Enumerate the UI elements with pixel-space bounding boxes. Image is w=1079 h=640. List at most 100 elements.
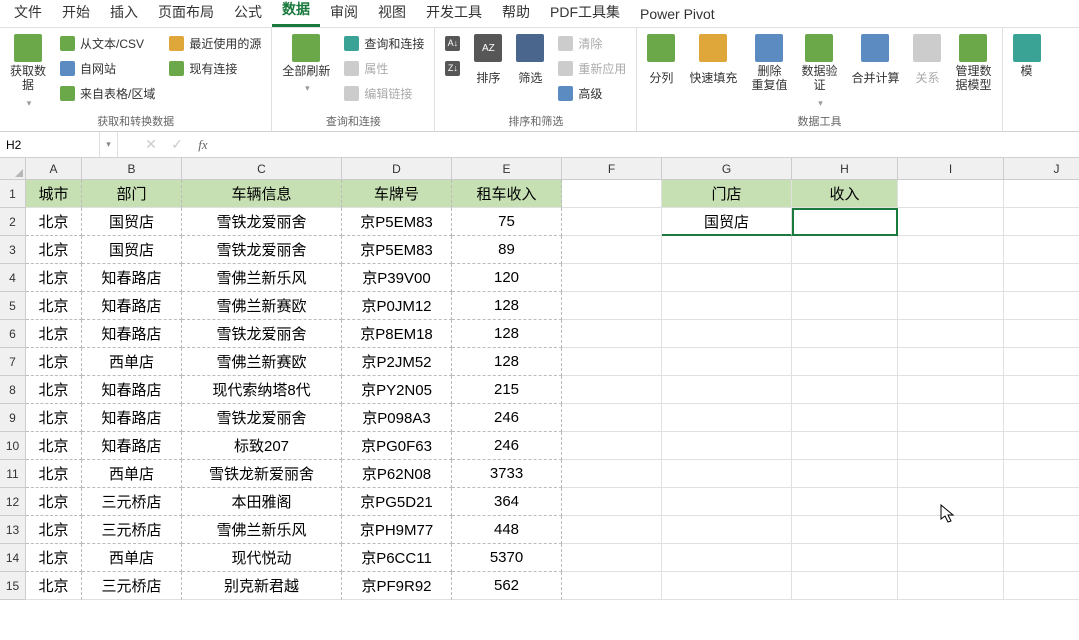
cell[interactable]: 知春路店 bbox=[82, 404, 182, 432]
worksheet-grid[interactable]: 123456789101112131415 ABCDEFGHIJK 城市部门车辆… bbox=[0, 158, 1079, 600]
tab-视图[interactable]: 视图 bbox=[368, 0, 416, 27]
cell[interactable]: 北京 bbox=[26, 516, 82, 544]
cell[interactable] bbox=[792, 516, 898, 544]
tab-数据[interactable]: 数据 bbox=[272, 0, 320, 27]
cell[interactable] bbox=[898, 460, 1004, 488]
cell[interactable]: 京P6CC11 bbox=[342, 544, 452, 572]
remove-duplicates-button[interactable]: 删除 重复值 bbox=[747, 32, 791, 95]
cell[interactable] bbox=[662, 516, 792, 544]
row-header[interactable]: 10 bbox=[0, 432, 26, 460]
row-header[interactable]: 2 bbox=[0, 208, 26, 236]
cell[interactable] bbox=[792, 572, 898, 600]
insert-function-button[interactable]: fx bbox=[190, 137, 216, 153]
cell[interactable]: 北京 bbox=[26, 348, 82, 376]
cell[interactable] bbox=[1004, 376, 1079, 404]
cell[interactable] bbox=[792, 376, 898, 404]
cell[interactable]: 知春路店 bbox=[82, 432, 182, 460]
sort-button[interactable]: AZ 排序 bbox=[470, 32, 506, 95]
cell[interactable]: 三元桥店 bbox=[82, 516, 182, 544]
cell[interactable]: 京P2JM52 bbox=[342, 348, 452, 376]
cell[interactable] bbox=[562, 320, 662, 348]
cell[interactable]: 128 bbox=[452, 320, 562, 348]
column-header-F[interactable]: F bbox=[562, 158, 662, 180]
tab-审阅[interactable]: 审阅 bbox=[320, 0, 368, 27]
tab-开发工具[interactable]: 开发工具 bbox=[416, 0, 492, 27]
cell[interactable]: 现代悦动 bbox=[182, 544, 342, 572]
cell[interactable] bbox=[1004, 180, 1079, 208]
cell[interactable]: 北京 bbox=[26, 544, 82, 572]
cell[interactable]: 国贸店 bbox=[82, 236, 182, 264]
cell[interactable]: 北京 bbox=[26, 208, 82, 236]
cell[interactable]: 京PG0F63 bbox=[342, 432, 452, 460]
cell[interactable]: 京P5EM83 bbox=[342, 236, 452, 264]
cell[interactable]: 部门 bbox=[82, 180, 182, 208]
cell[interactable] bbox=[1004, 404, 1079, 432]
cell[interactable]: 448 bbox=[452, 516, 562, 544]
cell[interactable] bbox=[1004, 236, 1079, 264]
cell[interactable] bbox=[792, 404, 898, 432]
tab-帮助[interactable]: 帮助 bbox=[492, 0, 540, 27]
cell[interactable] bbox=[898, 544, 1004, 572]
cell[interactable] bbox=[562, 432, 662, 460]
column-header-A[interactable]: A bbox=[26, 158, 82, 180]
cell[interactable] bbox=[562, 460, 662, 488]
cell[interactable] bbox=[898, 516, 1004, 544]
advanced-filter-button[interactable]: 高级 bbox=[554, 82, 630, 104]
cell[interactable] bbox=[898, 180, 1004, 208]
cell[interactable] bbox=[898, 320, 1004, 348]
cell[interactable] bbox=[1004, 488, 1079, 516]
select-all-corner[interactable] bbox=[0, 158, 26, 180]
tab-文件[interactable]: 文件 bbox=[4, 0, 52, 27]
cell[interactable] bbox=[1004, 460, 1079, 488]
cell[interactable]: 京PG5D21 bbox=[342, 488, 452, 516]
cell[interactable]: 知春路店 bbox=[82, 376, 182, 404]
cell[interactable]: 北京 bbox=[26, 376, 82, 404]
cell[interactable]: 西单店 bbox=[82, 348, 182, 376]
cell[interactable]: 本田雅阁 bbox=[182, 488, 342, 516]
cell[interactable]: 城市 bbox=[26, 180, 82, 208]
cell[interactable]: 京P5EM83 bbox=[342, 208, 452, 236]
column-header-C[interactable]: C bbox=[182, 158, 342, 180]
cell[interactable] bbox=[1004, 348, 1079, 376]
column-header-J[interactable]: J bbox=[1004, 158, 1079, 180]
cell[interactable]: 京PF9R92 bbox=[342, 572, 452, 600]
cell[interactable]: 门店 bbox=[662, 180, 792, 208]
cell[interactable]: 128 bbox=[452, 348, 562, 376]
cell[interactable] bbox=[562, 404, 662, 432]
cell[interactable]: 雪铁龙新爱丽舍 bbox=[182, 460, 342, 488]
cell[interactable]: 75 bbox=[452, 208, 562, 236]
cell[interactable]: 国贸店 bbox=[82, 208, 182, 236]
row-header[interactable]: 12 bbox=[0, 488, 26, 516]
cell[interactable]: 京P39V00 bbox=[342, 264, 452, 292]
cell[interactable] bbox=[792, 292, 898, 320]
tab-PDF工具集[interactable]: PDF工具集 bbox=[540, 0, 630, 27]
cell[interactable]: 246 bbox=[452, 432, 562, 460]
formula-input[interactable] bbox=[216, 132, 1079, 157]
cell[interactable]: 雪铁龙爱丽舍 bbox=[182, 320, 342, 348]
cell[interactable] bbox=[792, 488, 898, 516]
cell[interactable]: 知春路店 bbox=[82, 320, 182, 348]
cell[interactable]: 雪佛兰新赛欧 bbox=[182, 348, 342, 376]
cell[interactable] bbox=[792, 236, 898, 264]
cell[interactable]: 北京 bbox=[26, 572, 82, 600]
cell[interactable]: 西单店 bbox=[82, 544, 182, 572]
cell[interactable] bbox=[1004, 544, 1079, 572]
cell[interactable] bbox=[898, 264, 1004, 292]
cell[interactable]: 3733 bbox=[452, 460, 562, 488]
cell[interactable] bbox=[562, 208, 662, 236]
overflow-button[interactable]: 模 bbox=[1009, 32, 1045, 80]
column-header-I[interactable]: I bbox=[898, 158, 1004, 180]
cell[interactable]: 京P098A3 bbox=[342, 404, 452, 432]
cell[interactable]: 215 bbox=[452, 376, 562, 404]
cell[interactable] bbox=[662, 320, 792, 348]
cell[interactable] bbox=[562, 516, 662, 544]
cell[interactable] bbox=[898, 348, 1004, 376]
cell[interactable]: 562 bbox=[452, 572, 562, 600]
queries-connections-button[interactable]: 查询和连接 bbox=[340, 32, 428, 54]
cell[interactable] bbox=[562, 544, 662, 572]
cell[interactable]: 租车收入 bbox=[452, 180, 562, 208]
column-header-B[interactable]: B bbox=[82, 158, 182, 180]
sort-asc-button[interactable]: A↓ bbox=[441, 32, 464, 54]
cell[interactable]: 标致207 bbox=[182, 432, 342, 460]
row-header[interactable]: 15 bbox=[0, 572, 26, 600]
